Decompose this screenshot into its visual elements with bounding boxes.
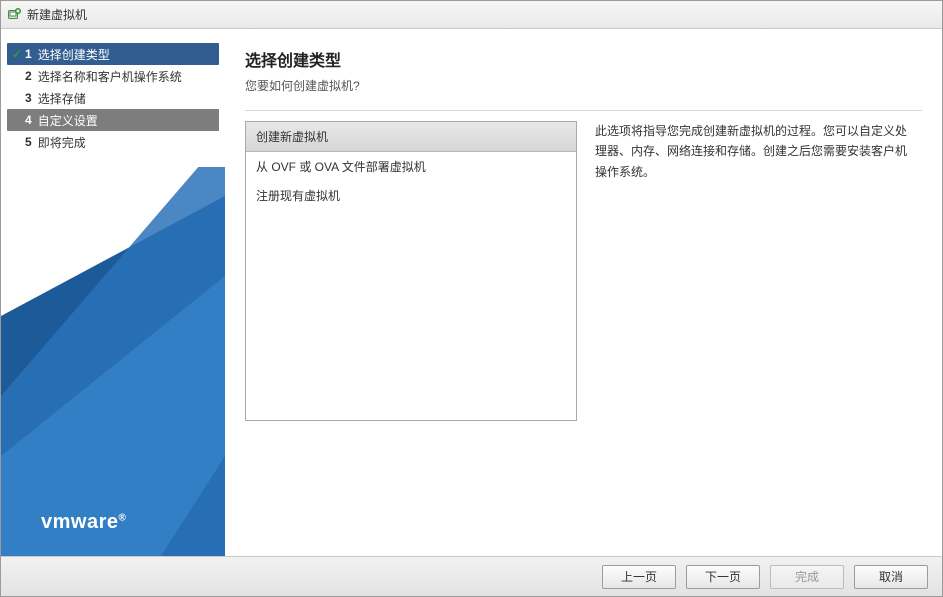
titlebar: 新建虚拟机	[1, 1, 942, 29]
footer: 上一页 下一页 完成 取消	[1, 556, 942, 596]
wizard-window: 新建虚拟机 ✓ 1 选择创建类型 2 选择名称和客户机操作系统 3 选择存储	[0, 0, 943, 597]
option-register-existing-vm[interactable]: 注册现有虚拟机	[246, 181, 576, 210]
step-label: 选择创建类型	[38, 46, 110, 63]
step-label: 选择存储	[38, 90, 86, 107]
window-title: 新建虚拟机	[27, 6, 87, 23]
finish-button[interactable]: 完成	[770, 565, 844, 589]
step-label: 选择名称和客户机操作系统	[38, 68, 182, 85]
wizard-body: ✓ 1 选择创建类型 2 选择名称和客户机操作系统 3 选择存储 4 自定义设置	[1, 29, 942, 556]
back-button[interactable]: 上一页	[602, 565, 676, 589]
page-title: 选择创建类型	[245, 47, 922, 71]
step-customize-settings[interactable]: 4 自定义设置	[7, 109, 219, 131]
page-subtitle: 您要如何创建虚拟机?	[245, 77, 922, 94]
creation-type-list: 创建新虚拟机 从 OVF 或 OVA 文件部署虚拟机 注册现有虚拟机	[245, 121, 577, 421]
vmware-logo: vmware®	[41, 511, 126, 534]
option-description: 此选项将指导您完成创建新虚拟机的过程。您可以自定义处理器、内存、网络连接和存储。…	[589, 121, 922, 544]
sidebar: ✓ 1 选择创建类型 2 选择名称和客户机操作系统 3 选择存储 4 自定义设置	[1, 29, 225, 556]
step-ready-to-complete[interactable]: 5 即将完成	[7, 131, 219, 153]
option-create-new-vm[interactable]: 创建新虚拟机	[246, 122, 576, 152]
step-select-creation-type[interactable]: ✓ 1 选择创建类型	[7, 43, 219, 65]
option-label: 从 OVF 或 OVA 文件部署虚拟机	[256, 160, 426, 174]
check-icon: ✓	[11, 47, 23, 61]
vm-add-icon	[7, 8, 21, 22]
step-select-name-guest-os[interactable]: 2 选择名称和客户机操作系统	[7, 65, 219, 87]
step-select-storage[interactable]: 3 选择存储	[7, 87, 219, 109]
option-label: 创建新虚拟机	[256, 130, 328, 144]
divider	[245, 110, 922, 111]
step-label: 自定义设置	[38, 112, 98, 129]
option-deploy-from-ovf-ova[interactable]: 从 OVF 或 OVA 文件部署虚拟机	[246, 152, 576, 181]
step-label: 即将完成	[38, 134, 86, 151]
sidebar-art: vmware®	[1, 167, 225, 556]
content-area: 创建新虚拟机 从 OVF 或 OVA 文件部署虚拟机 注册现有虚拟机 此选项将指…	[245, 121, 922, 544]
step-list: ✓ 1 选择创建类型 2 选择名称和客户机操作系统 3 选择存储 4 自定义设置	[1, 29, 225, 153]
cancel-button[interactable]: 取消	[854, 565, 928, 589]
next-button[interactable]: 下一页	[686, 565, 760, 589]
main-panel: 选择创建类型 您要如何创建虚拟机? 创建新虚拟机 从 OVF 或 OVA 文件部…	[225, 29, 942, 556]
option-label: 注册现有虚拟机	[256, 189, 340, 203]
